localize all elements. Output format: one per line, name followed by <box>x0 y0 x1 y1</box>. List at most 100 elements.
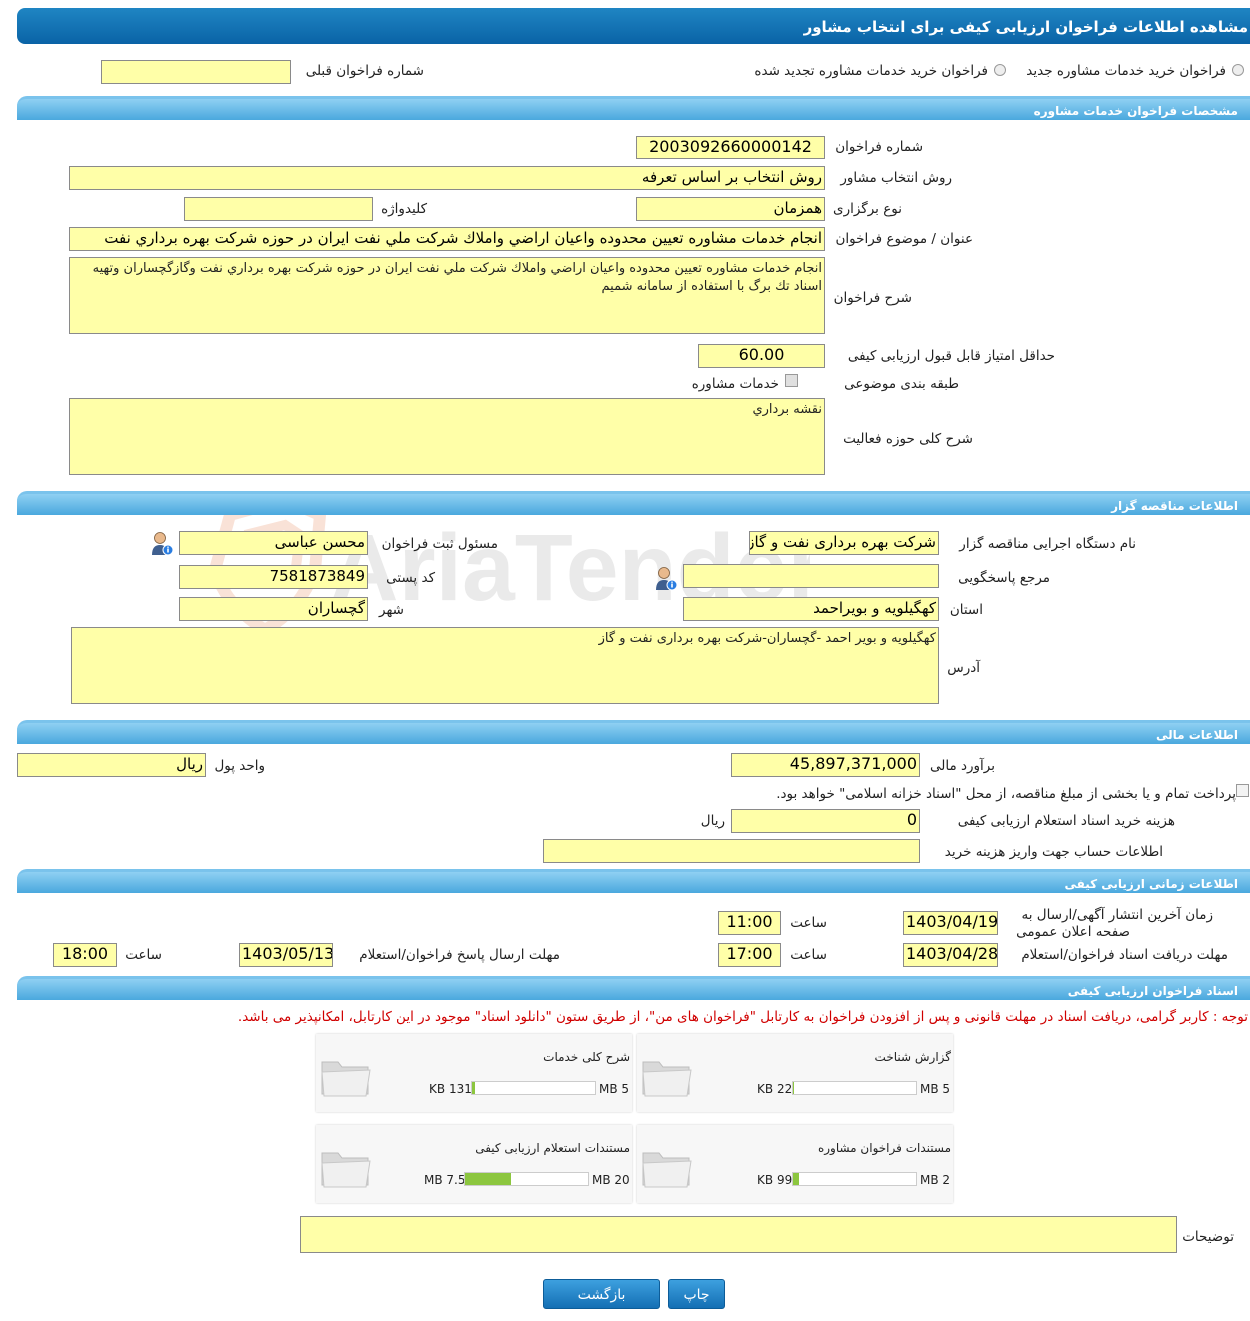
radio-new-call[interactable] <box>1232 64 1244 76</box>
document-card[interactable]: گزارش شناخت 22 KB 5 MB <box>637 1034 953 1112</box>
city-field[interactable]: گچساران <box>179 597 368 621</box>
radio-new-call-label: فراخوان خرید خدمات مشاوره جدید <box>1026 63 1226 79</box>
min-score-label: حداقل امتیاز قابل قبول ارزیابی کیفی <box>847 348 1055 364</box>
registrar-field[interactable]: محسن عباسی <box>179 531 368 555</box>
keyword-label: کلیدواژه <box>381 201 427 217</box>
document-progress <box>792 1172 917 1186</box>
account-field[interactable] <box>543 839 920 863</box>
submit-deadline-label: مهلت ارسال پاسخ فراخوان/استعلام <box>359 947 560 963</box>
radio-renewed-call[interactable] <box>994 64 1006 76</box>
treasury-text: پرداخت تمام و یا بخشی از مبلغ مناقصه، از… <box>776 786 1236 802</box>
document-card[interactable]: مستندات استعلام ارزیابی کیفی 7.5 MB 20 M… <box>316 1125 632 1203</box>
publish-date-field[interactable]: 1403/04/19 <box>903 911 998 935</box>
receive-hour-label: ساعت <box>790 947 827 963</box>
submit-hour-field[interactable]: 18:00 <box>53 943 117 967</box>
document-size: 99 KB <box>757 1173 793 1187</box>
postal-code-label: کد پستی <box>386 570 435 586</box>
page-title: مشاهده اطلاعات فراخوان ارزیابی کیفی برای… <box>803 18 1248 36</box>
activity-field[interactable]: نقشه برداري <box>69 398 825 475</box>
address-field[interactable]: كهگيلويه و بوير احمد -گچساران-شرکت بهره … <box>71 627 939 704</box>
category-label: طبقه بندی موضوعی <box>844 376 959 392</box>
document-name: شرح کلی خدمات <box>543 1050 630 1064</box>
document-max-size: 5 MB <box>599 1082 630 1096</box>
section-documents-header: اسناد فراخوان ارزیابی کیفی <box>17 976 1250 1000</box>
reference-user-icon[interactable] <box>654 566 678 592</box>
organization-field[interactable]: شرکت بهره برداری نفت و گاز گچساران <box>749 531 939 555</box>
document-progress-fill <box>793 1173 800 1185</box>
call-number-field[interactable]: 2003092660000142 <box>636 136 825 159</box>
receive-deadline-label: مهلت دریافت اسناد فراخوان/استعلام <box>1021 947 1228 963</box>
province-field[interactable]: کهگیلویه و بویراحمد <box>683 597 939 621</box>
category-value: خدمات مشاوره <box>691 376 779 392</box>
selection-method-label: روش انتخاب مشاور <box>840 170 952 186</box>
reference-field[interactable] <box>683 564 939 588</box>
document-progress <box>464 1172 589 1186</box>
publish-hour-field[interactable]: 11:00 <box>718 911 781 935</box>
activity-label: شرح کلی حوزه فعالیت <box>843 431 973 447</box>
registrar-label: مسئول ثبت فراخوان <box>381 536 498 552</box>
document-card[interactable]: مستندات فراخوان مشاوره 99 KB 2 MB <box>637 1125 953 1203</box>
radio-renewed-call-label: فراخوان خرید خدمات مشاوره تجدید شده <box>754 63 988 79</box>
city-label: شهر <box>379 602 404 618</box>
submit-hour-label: ساعت <box>125 947 162 963</box>
subject-field[interactable]: انجام خدمات مشاوره تعيين محدوده واعيان ا… <box>69 227 825 251</box>
user-info-icon[interactable] <box>150 531 174 557</box>
print-button[interactable]: چاپ <box>668 1279 725 1309</box>
document-max-size: 2 MB <box>920 1173 951 1187</box>
subject-label: عنوان / موضوع فراخوان <box>835 231 973 247</box>
postal-code-field[interactable]: 7581873849 <box>179 565 368 589</box>
document-max-size: 5 MB <box>920 1082 951 1096</box>
section-organizer-header: اطلاعات مناقصه گزار <box>17 491 1250 515</box>
section-finance-header: اطلاعات مالی <box>17 720 1250 744</box>
address-label: آدرس <box>947 660 980 676</box>
holding-type-field[interactable]: همزمان <box>636 197 825 221</box>
folder-icon <box>642 1152 692 1188</box>
currency-field[interactable]: ریال <box>17 753 206 777</box>
document-name: مستندات استعلام ارزیابی کیفی <box>475 1141 630 1155</box>
publish-time-label-line1: زمان آخرین انتشار آگهی/ارسال به <box>1021 907 1213 923</box>
page-title-bar: مشاهده اطلاعات فراخوان ارزیابی کیفی برای… <box>17 8 1250 44</box>
province-label: استان <box>949 602 983 618</box>
account-label: اطلاعات حساب جهت واریز هزینه خرید <box>944 844 1163 860</box>
publish-time-label-line2: صفحه اعلان عمومی <box>1016 924 1130 940</box>
keyword-field[interactable] <box>184 197 373 221</box>
previous-number-field[interactable] <box>101 60 291 84</box>
fee-unit: ریال <box>700 813 725 829</box>
selection-method-field[interactable]: روش انتخاب بر اساس تعرفه <box>69 166 825 190</box>
download-notice: توجه : کاربر گرامی، دریافت اسناد در مهلت… <box>237 1009 1248 1025</box>
fee-label: هزینه خرید اسناد استعلام ارزیابی کیفی <box>957 813 1175 829</box>
submit-date-field[interactable]: 1403/05/13 <box>239 943 333 967</box>
document-progress-fill <box>472 1082 476 1094</box>
document-name: گزارش شناخت <box>874 1050 951 1064</box>
document-size: 131 KB <box>429 1082 472 1096</box>
document-max-size: 20 MB <box>592 1173 630 1187</box>
receive-date-field[interactable]: 1403/04/28 <box>903 943 998 967</box>
folder-icon <box>642 1061 692 1097</box>
currency-label: واحد پول <box>214 758 265 774</box>
call-number-label: شماره فراخوان <box>835 139 923 155</box>
previous-number-label: شماره فراخوان قبلی <box>305 63 424 79</box>
publish-hour-label: ساعت <box>790 915 827 931</box>
category-checkbox[interactable] <box>785 374 798 387</box>
receive-hour-field[interactable]: 17:00 <box>718 943 781 967</box>
document-progress <box>792 1081 917 1095</box>
description-field[interactable]: انجام خدمات مشاوره تعيين محدوده واعيان ا… <box>69 257 825 334</box>
treasury-checkbox[interactable] <box>1236 784 1249 797</box>
reference-label: مرجع پاسخگویی <box>958 570 1050 586</box>
min-score-field[interactable]: 60.00 <box>698 344 825 368</box>
notes-label: توضیحات <box>1182 1229 1234 1245</box>
estimate-label: برآورد مالی <box>929 758 995 774</box>
organization-label: نام دستگاه اجرایی مناقصه گزار <box>959 536 1136 552</box>
folder-icon <box>321 1152 371 1188</box>
description-label: شرح فراخوان <box>833 290 912 306</box>
document-progress <box>471 1081 596 1095</box>
section-timing-header: اطلاعات زمانی ارزیابی کیفی <box>17 869 1250 893</box>
document-card[interactable]: شرح کلی خدمات 131 KB 5 MB <box>316 1034 632 1112</box>
estimate-field[interactable]: 45,897,371,000 <box>731 753 920 777</box>
folder-icon <box>321 1061 371 1097</box>
notes-field[interactable] <box>300 1216 1177 1253</box>
fee-field[interactable]: 0 <box>731 809 920 833</box>
back-button[interactable]: بازگشت <box>543 1279 660 1309</box>
document-progress-fill <box>465 1173 512 1185</box>
document-name: مستندات فراخوان مشاوره <box>817 1141 951 1155</box>
